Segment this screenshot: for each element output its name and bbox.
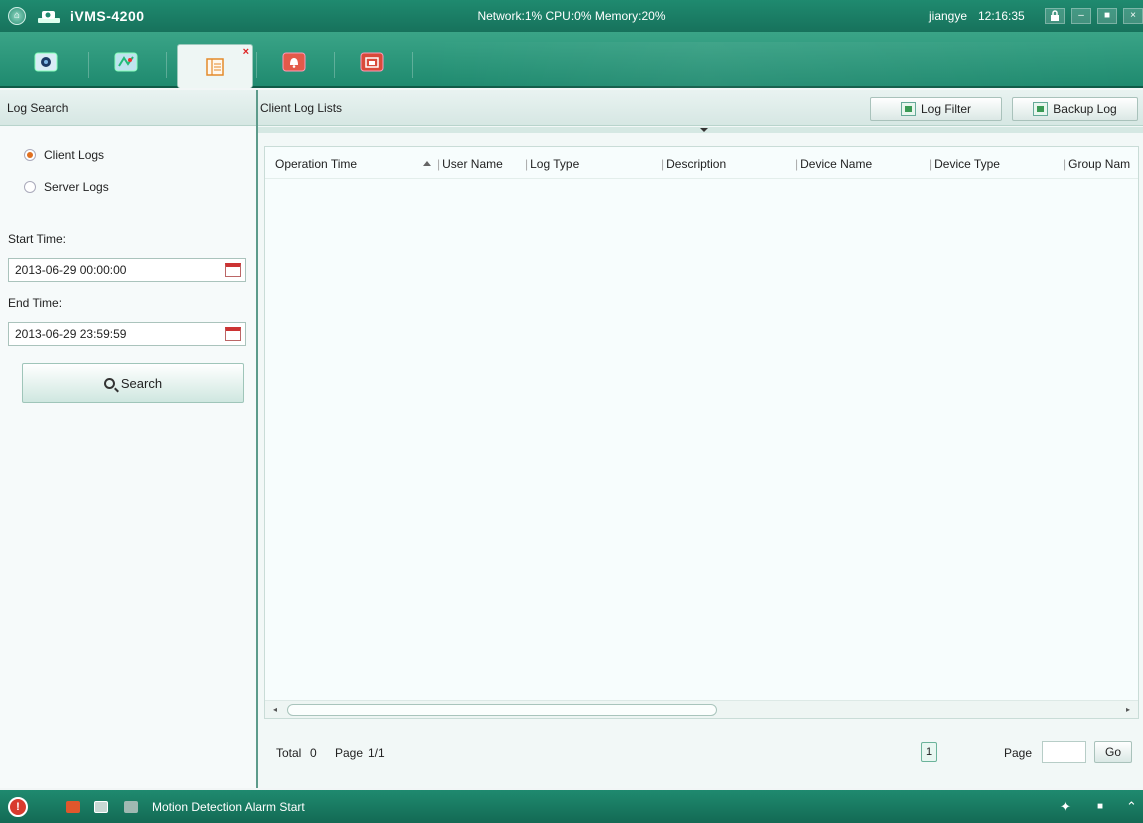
alarm-audio-icon[interactable] [66,801,80,813]
panel-splitter[interactable] [258,127,1143,133]
client-logs-radio[interactable] [24,149,36,161]
scroll-left-icon[interactable]: ◂ [273,705,277,714]
search-icon [103,377,115,389]
col-log-type[interactable]: | Log Type [525,157,579,171]
system-status: Network:1% CPU:0% Memory:20% [477,9,666,23]
total-label: Total [276,746,302,760]
pin-icon[interactable]: ✦ [1060,799,1071,815]
calendar-icon[interactable] [225,263,241,277]
scroll-right-icon[interactable]: ▸ [1126,705,1130,714]
collapse-arrow-icon[interactable] [700,128,708,132]
col-device-type[interactable]: | Device Type [929,157,1000,171]
module-tab-e-map[interactable] [114,52,138,72]
close-tab-icon[interactable]: × [243,46,249,58]
title-bar: ⌂ iVMS-4200 Network:1% CPU:0% Memory:20%… [0,0,1143,32]
start-time-field[interactable]: 2013-06-29 00:00:00 [8,258,246,282]
close-button[interactable]: × [1123,8,1143,24]
user-name: jiangye [929,9,968,23]
panel-title: Log Search [0,90,256,126]
horizontal-scrollbar[interactable]: ◂ ▸ [265,700,1138,718]
log-list-panel: Client Log Lists Log Filter Backup Log O… [258,90,1143,788]
search-button[interactable]: Search [22,363,244,403]
server-logs-label: Server Logs [44,180,109,194]
log-filter-label: Log Filter [920,102,972,116]
log-table: Operation Time | User Name | Log Type | Des… [264,146,1139,719]
scroll-thumb[interactable] [287,704,717,716]
alarm-speaker-icon[interactable] [124,801,138,813]
clock: 12:16:35 [978,9,1025,23]
alarm-bar: ! Motion Detection Alarm Start ✦ ■ ⌃ [0,790,1143,823]
col-user-name[interactable]: | User Name [437,157,503,171]
go-button[interactable]: Go [1094,741,1132,763]
backup-log-button[interactable]: Backup Log [1012,97,1138,121]
client-logs-label: Client Logs [44,148,105,162]
start-time-value: 2013-06-29 00:00:00 [15,263,127,277]
map-icon [114,52,138,72]
server-logs-option[interactable]: Server Logs [24,180,109,194]
module-tab-alarm[interactable] [282,52,306,72]
server-logs-radio[interactable] [24,181,36,193]
restore-icon[interactable]: ■ [1097,801,1103,812]
module-toolbar: × [0,32,1143,88]
lock-icon[interactable] [1045,8,1065,24]
module-tab-log-search[interactable]: × [177,44,253,88]
log-search-panel: Log Search Client Logs Server Logs Start… [0,90,258,788]
start-time-label: Start Time: [8,232,67,246]
module-tab-main-view[interactable] [34,52,58,72]
expand-icon[interactable]: ⌃ [1126,799,1137,815]
col-group-name[interactable]: | Group Nam [1063,157,1130,171]
page-input[interactable] [1042,741,1086,763]
log-icon [206,57,224,76]
col-description[interactable]: | Description [661,157,726,171]
page-count: 1/1 [368,746,385,760]
folder-icon [360,52,384,72]
minimize-button[interactable]: – [1071,8,1091,24]
col-operation-time[interactable]: Operation Time [275,157,357,171]
end-time-value: 2013-06-29 23:59:59 [15,327,127,341]
backup-icon [1033,102,1049,116]
module-tab-record[interactable] [360,52,384,72]
alarm-message: Motion Detection Alarm Start [152,800,305,814]
log-filter-button[interactable]: Log Filter [870,97,1002,121]
table-header: Operation Time | User Name | Log Type | Des… [265,147,1138,179]
end-time-label: End Time: [8,296,63,310]
camera-icon [34,52,58,72]
search-button-label: Search [120,375,163,391]
list-title: Client Log Lists [260,101,343,115]
col-device-name[interactable]: | Device Name [795,157,872,171]
warning-icon[interactable]: ! [8,797,28,817]
client-logs-option[interactable]: Client Logs [24,148,104,162]
maximize-button[interactable]: ■ [1097,8,1117,24]
goto-page-label: Page [1004,746,1033,760]
sort-ascending-icon[interactable] [423,161,431,166]
total-count: 0 [310,746,317,760]
calendar-icon[interactable] [225,327,241,341]
page-label: Page [335,746,364,760]
page-number-button[interactable]: 1 [921,742,937,762]
alarm-video-icon[interactable] [94,801,108,813]
backup-log-label: Backup Log [1053,102,1117,116]
bell-icon [282,52,306,72]
end-time-field[interactable]: 2013-06-29 23:59:59 [8,322,246,346]
list-header: Client Log Lists Log Filter Backup Log [258,90,1143,126]
filter-icon [900,102,916,116]
